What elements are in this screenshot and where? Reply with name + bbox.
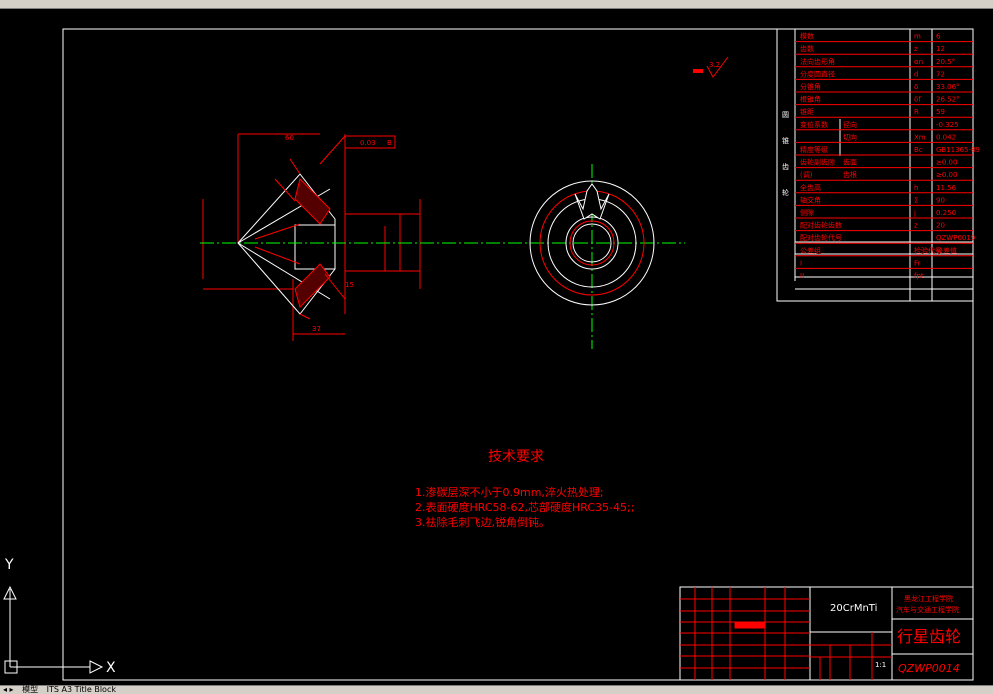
school-line-2: 汽车与交通工程学院 [896,605,959,614]
material-label: 20CrMnTi [830,603,877,614]
param-name: 分锥角 [800,82,821,91]
param-name: 变位系数 [800,120,828,129]
roughness-value: 3.2 [709,61,720,69]
param-side-label: 锥 [782,136,789,145]
param-value: GB11365-89 [936,146,980,154]
param-symbol: z [914,45,918,53]
param-name: II [800,272,804,280]
param-value: 公差值 [936,246,957,255]
param-symbol: Σ [914,196,918,204]
param-name: 齿数 [800,44,814,53]
param-symbol: h [914,184,918,192]
param-side-label: 轮 [782,188,789,197]
param-sub: 径向 [843,120,857,129]
param-value: 12 [936,45,945,53]
param-name: 全齿高 [800,183,821,192]
param-symbol: Fr [914,259,921,267]
param-sub: 切向 [843,132,857,141]
param-name: I [800,259,802,267]
param-value: 59 [936,108,945,116]
param-name: 齿轮副齿隙 [800,158,835,167]
param-name: (调) [800,170,813,179]
param-value: 33.06° [936,83,960,91]
tech-req-title: 技术要求 [488,449,544,465]
param-name: 配对齿轮齿数 [800,221,842,230]
tech-req-line-2: 2.表面硬度HRC58-62,芯部硬度HRC35-45;; [415,500,634,514]
param-symbol: d [914,70,918,78]
param-name: 配对齿轮代号 [800,233,842,242]
param-value: 0.250 [936,209,956,217]
param-value: 20 [936,222,945,230]
param-side-label: 圆 [782,111,789,119]
title-block: 20CrMnTi 黑龙江工程学院 汽车与交通工程学院 行星齿轮 QZWP0014… [679,586,974,681]
param-symbol: δf [914,96,921,104]
dim-37: 37 [312,325,321,333]
school-line-1: 黑龙江工程学院 [904,594,953,603]
param-name: 分度圆直径 [800,69,835,78]
gear-section-view [202,133,421,341]
param-name: 根锥角 [800,95,821,104]
param-value: 20.5° [936,58,955,66]
param-symbol: m [914,33,921,41]
param-value: 11.56 [936,184,957,192]
param-symbol: δ [914,83,918,91]
param-name: 公差组 [800,246,821,255]
roughness-symbol: 3.2 [693,56,729,78]
part-name: 行星齿轮 [897,627,961,646]
dim-60: 60 [285,134,294,142]
param-name: 锥距 [800,107,814,116]
param-value: QZWP0019 [936,234,975,242]
ucs-y-label: Y [4,557,14,573]
param-value: -0.325 [936,121,959,129]
tech-req-line-1: 1.渗碳层深不小于0.9mm,淬火热处理; [415,485,604,499]
ucs-x-label: X [106,660,116,676]
param-symbol: fpt [914,272,924,280]
param-symbol: R [914,108,919,116]
window-top-bar [0,0,993,9]
param-value: 6 [936,33,941,41]
param-symbol: z [914,222,918,230]
param-value: 26.52° [936,96,960,104]
drawing-number: QZWP0014 [898,662,960,675]
cad-drawing-canvas[interactable]: 3.2 60 37 0.03 B 15 技术要求 1.渗碳层深不小于0.9mm,… [0,9,993,685]
technical-requirements: 技术要求 1.渗碳层深不小于0.9mm,淬火热处理; 2.表面硬度HRC58-6… [415,449,634,529]
param-sub: 齿根 [843,170,857,179]
dim-tolerance: 0.03 [360,139,376,147]
drawing-border [62,28,974,681]
param-name: 模数 [800,32,814,41]
param-value: ≥0.00 [936,159,957,167]
tech-req-line-3: 3.祛除毛刺飞边,锐角倒钝。 [415,515,550,529]
scale-value: 1:1 [875,661,886,669]
param-name: 精度等级 [800,145,828,154]
param-sub: 齿面 [843,159,857,167]
ucs-icon [3,585,104,674]
param-name: 轴交角 [800,195,821,204]
param-name: 法向齿形角 [800,57,835,66]
param-symbol: Bc [914,146,923,154]
param-value: 0.042 [936,133,956,141]
param-name: 侧隙 [800,208,814,217]
param-symbol: Xm [914,133,926,141]
dim-datum: B [387,139,392,147]
param-symbol: j [913,209,916,217]
param-value: 90 [936,196,945,204]
dim-r15: 15 [345,281,354,289]
param-symbol: αn [914,58,923,66]
param-side-label: 齿 [782,163,789,171]
param-value: ≥0.00 [936,171,957,179]
param-value: 72 [936,70,945,78]
